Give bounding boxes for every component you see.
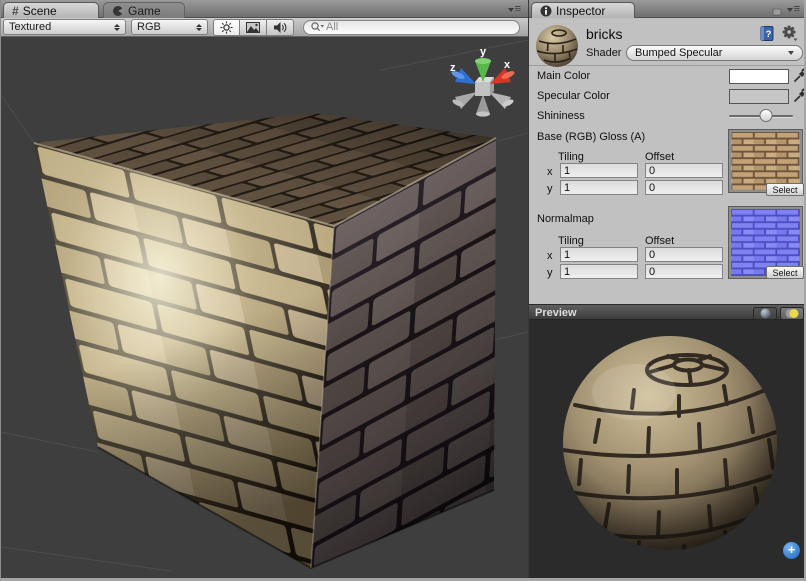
svg-text:?: ? bbox=[766, 29, 772, 40]
sphere-icon bbox=[760, 308, 771, 319]
skybox-toggle-button[interactable] bbox=[240, 19, 267, 36]
material-header: bricks Shader Bumped Specular ? bbox=[529, 18, 806, 66]
normal-y-offset-field[interactable] bbox=[645, 264, 723, 279]
main-color-label: Main Color bbox=[537, 70, 590, 82]
color-mode-value: RGB bbox=[137, 21, 161, 33]
help-book-icon[interactable]: ? bbox=[758, 25, 775, 42]
dropdown-arrows-icon bbox=[196, 24, 202, 31]
search-icon bbox=[310, 21, 324, 33]
normal-y-label: y bbox=[547, 267, 553, 279]
scene-search-field[interactable] bbox=[303, 20, 520, 35]
base-tiling-header: Tiling bbox=[558, 151, 584, 163]
preview-sphere bbox=[529, 320, 806, 578]
shader-dropdown[interactable]: Bumped Specular bbox=[626, 45, 803, 61]
normal-x-label: x bbox=[547, 250, 553, 262]
specular-color-swatch[interactable] bbox=[729, 89, 789, 104]
search-input[interactable] bbox=[326, 21, 486, 33]
scene-panel-menu-icon[interactable]: ≡ bbox=[508, 4, 521, 14]
base-y-offset-field[interactable] bbox=[645, 180, 723, 195]
dropdown-arrows-icon bbox=[114, 24, 120, 31]
gear-icon[interactable] bbox=[781, 25, 798, 42]
info-icon bbox=[540, 5, 552, 17]
normalmap-label: Normalmap bbox=[537, 213, 594, 225]
render-mode-dropdown[interactable]: Textured bbox=[3, 19, 126, 35]
specular-color-label: Specular Color bbox=[537, 90, 610, 102]
shininess-label: Shininess bbox=[537, 110, 585, 122]
gizmo-y-label[interactable]: y bbox=[480, 46, 487, 58]
normalmap-select-button[interactable]: Select bbox=[766, 266, 804, 279]
base-y-tiling-field[interactable] bbox=[560, 180, 638, 195]
scene-3d-view: y x z bbox=[1, 37, 528, 578]
preview-mesh-button[interactable] bbox=[753, 307, 777, 320]
lock-icon[interactable] bbox=[771, 3, 783, 16]
normal-x-offset-field[interactable] bbox=[645, 247, 723, 262]
image-icon bbox=[246, 22, 260, 33]
preview-header[interactable]: Preview bbox=[529, 304, 806, 320]
inspector-panel-menu-icon[interactable]: ≡ bbox=[787, 4, 800, 14]
material-name: bricks bbox=[586, 26, 623, 42]
add-icon[interactable]: + bbox=[783, 542, 800, 559]
normal-y-tiling-field[interactable] bbox=[560, 264, 638, 279]
base-x-tiling-field[interactable] bbox=[560, 163, 638, 178]
inspector-panel: Inspector ≡ bbox=[528, 0, 805, 578]
eyedropper-icon[interactable] bbox=[792, 68, 806, 84]
lighting-toggle-button[interactable] bbox=[213, 19, 240, 36]
scene-tabbar: # Scene Game ≡ bbox=[1, 0, 528, 18]
scene-panel: # Scene Game ≡ Textured RGB bbox=[1, 0, 528, 578]
base-x-label: x bbox=[547, 166, 553, 178]
sun-icon bbox=[220, 21, 233, 34]
material-ball-thumbnail[interactable] bbox=[535, 24, 579, 68]
preview-title: Preview bbox=[535, 307, 577, 319]
tab-game[interactable]: Game bbox=[103, 2, 185, 18]
tab-inspector-label: Inspector bbox=[556, 4, 605, 18]
game-icon bbox=[112, 5, 124, 17]
scene-toolbar: Textured RGB bbox=[1, 18, 528, 37]
tab-game-label: Game bbox=[128, 4, 161, 18]
tab-scene[interactable]: # Scene bbox=[3, 2, 99, 18]
speaker-icon bbox=[273, 21, 287, 34]
brick-cube[interactable] bbox=[34, 113, 496, 568]
shininess-slider[interactable] bbox=[727, 108, 795, 123]
color-mode-dropdown[interactable]: RGB bbox=[131, 19, 208, 35]
inspector-tabbar: Inspector ≡ bbox=[529, 0, 806, 18]
normal-x-tiling-field[interactable] bbox=[560, 247, 638, 262]
shininess-slider-handle[interactable] bbox=[760, 109, 773, 122]
shader-value: Bumped Specular bbox=[635, 47, 722, 59]
render-mode-value: Textured bbox=[9, 21, 51, 33]
preview-light-toggle[interactable] bbox=[780, 307, 804, 320]
unity-editor-window: # Scene Game ≡ Textured RGB bbox=[0, 0, 806, 581]
gizmo-x-label[interactable]: x bbox=[504, 59, 511, 71]
eyedropper-icon[interactable] bbox=[792, 88, 806, 104]
main-color-swatch[interactable] bbox=[729, 69, 789, 84]
light-icon bbox=[784, 308, 800, 319]
chevron-down-icon bbox=[788, 51, 794, 55]
scene-viewport[interactable]: y x z bbox=[1, 37, 528, 578]
base-offset-header: Offset bbox=[645, 151, 674, 163]
audio-toggle-button[interactable] bbox=[267, 19, 294, 36]
base-y-label: y bbox=[547, 183, 553, 195]
scene-grid-icon: # bbox=[12, 4, 19, 18]
shader-label: Shader bbox=[586, 47, 621, 59]
tab-inspector[interactable]: Inspector bbox=[531, 2, 635, 18]
gizmo-z-label[interactable]: z bbox=[450, 62, 456, 74]
base-map-label: Base (RGB) Gloss (A) bbox=[537, 131, 645, 143]
tab-scene-label: Scene bbox=[23, 4, 57, 18]
normal-offset-header: Offset bbox=[645, 235, 674, 247]
normal-tiling-header: Tiling bbox=[558, 235, 584, 247]
scene-orientation-gizmo[interactable]: y x z bbox=[450, 46, 516, 117]
base-select-button[interactable]: Select bbox=[766, 183, 804, 196]
base-x-offset-field[interactable] bbox=[645, 163, 723, 178]
material-preview-viewport[interactable]: + bbox=[529, 320, 806, 578]
